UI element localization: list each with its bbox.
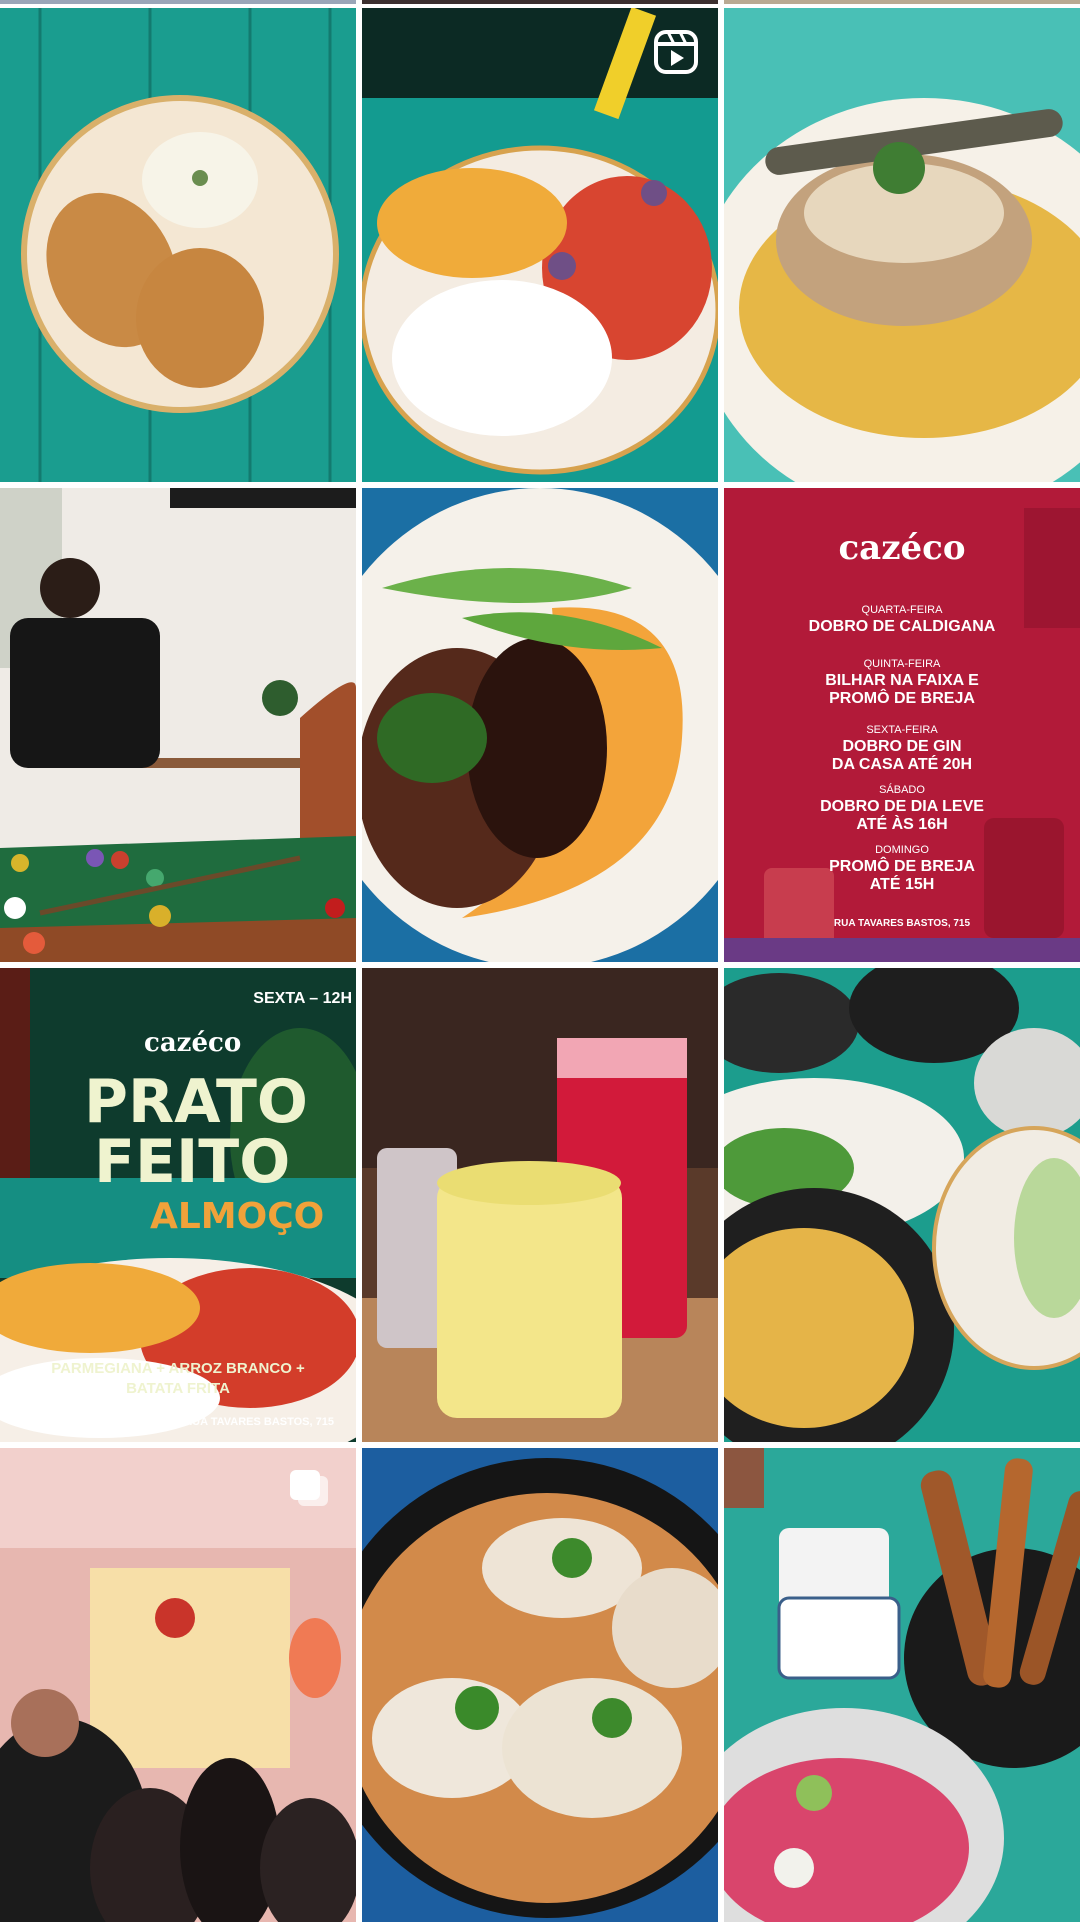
post-tile[interactable] bbox=[0, 8, 356, 482]
post-tile[interactable] bbox=[0, 1448, 356, 1922]
lunch-title-2: FEITO bbox=[94, 1127, 291, 1197]
promo-brand: cazéco bbox=[838, 528, 966, 568]
lunch-title-1: PRATO bbox=[84, 1067, 308, 1137]
post-tile[interactable]: SEXTA – 12H cazéco PRATO FEITO ALMOÇO PA… bbox=[0, 968, 356, 1442]
post-tile[interactable] bbox=[362, 488, 718, 962]
post-image-dumplings bbox=[362, 1448, 718, 1922]
promo-sun-offer-1: PROMÔ DE BREJA bbox=[829, 858, 975, 875]
post-tile[interactable] bbox=[362, 968, 718, 1442]
post-image-steak-pumpkin bbox=[362, 488, 718, 962]
post-image-restaurant-crowd bbox=[0, 1448, 356, 1922]
promo-fri-offer-1: DOBRO DE GIN bbox=[842, 738, 962, 755]
post-image-table-spread bbox=[724, 968, 1080, 1442]
post-tile[interactable] bbox=[724, 8, 1080, 482]
promo-fri-day: SEXTA-FEIRA bbox=[866, 724, 938, 736]
promo-sat-offer-1: DOBRO DE DIA LEVE bbox=[820, 798, 984, 815]
previous-row-edge bbox=[0, 0, 1080, 8]
promo-sat-day: SÁBADO bbox=[879, 784, 925, 796]
promo-thu-offer-2: PROMÔ DE BREJA bbox=[829, 690, 975, 707]
post-image-parmigiana-rice bbox=[362, 8, 718, 482]
promo-sun-offer-2: ATÉ 15H bbox=[869, 876, 935, 893]
promo-address: RUA TAVARES BASTOS, 715 bbox=[833, 918, 971, 929]
post-tile[interactable] bbox=[724, 968, 1080, 1442]
post-image-meat-polenta bbox=[724, 8, 1080, 482]
post-tile[interactable] bbox=[724, 1448, 1080, 1922]
post-image-beet-hummus bbox=[724, 1448, 1080, 1922]
post-tile[interactable] bbox=[0, 488, 356, 962]
post-tile[interactable]: cazéco QUARTA-FEIRA DOBRO DE CALDIGANA Q… bbox=[724, 488, 1080, 962]
carousel-icon bbox=[288, 1468, 332, 1512]
lunch-title-3: ALMOÇO bbox=[150, 1196, 325, 1237]
promo-sun-day: DOMINGO bbox=[875, 844, 929, 856]
promo-thu-offer-1: BILHAR NA FAIXA E bbox=[825, 672, 979, 689]
lunch-when: SEXTA – 12H bbox=[253, 990, 352, 1007]
reel-icon bbox=[654, 30, 698, 74]
promo-thu-day: QUINTA-FEIRA bbox=[863, 658, 941, 670]
post-image-schnitzel bbox=[0, 8, 356, 482]
post-tile[interactable] bbox=[362, 8, 718, 482]
lunch-desc-2: BATATA FRITA bbox=[126, 1380, 230, 1397]
lunch-desc-1: PARMEGIANA + ARROZ BRANCO + bbox=[51, 1360, 305, 1377]
promo-fri-offer-2: DA CASA ATÉ 20H bbox=[831, 756, 973, 773]
promo-wed-offer: DOBRO DE CALDIGANA bbox=[808, 618, 996, 635]
post-image-pool-table bbox=[0, 488, 356, 962]
lunch-address: RUA TAVARES BASTOS, 715 bbox=[184, 1416, 334, 1428]
lunch-brand: cazéco bbox=[144, 1028, 242, 1058]
post-tile[interactable] bbox=[362, 1448, 718, 1922]
promo-wed-day: QUARTA-FEIRA bbox=[861, 604, 943, 616]
post-image-drinks bbox=[362, 968, 718, 1442]
promo-sat-offer-2: ATÉ ÀS 16H bbox=[856, 816, 948, 833]
